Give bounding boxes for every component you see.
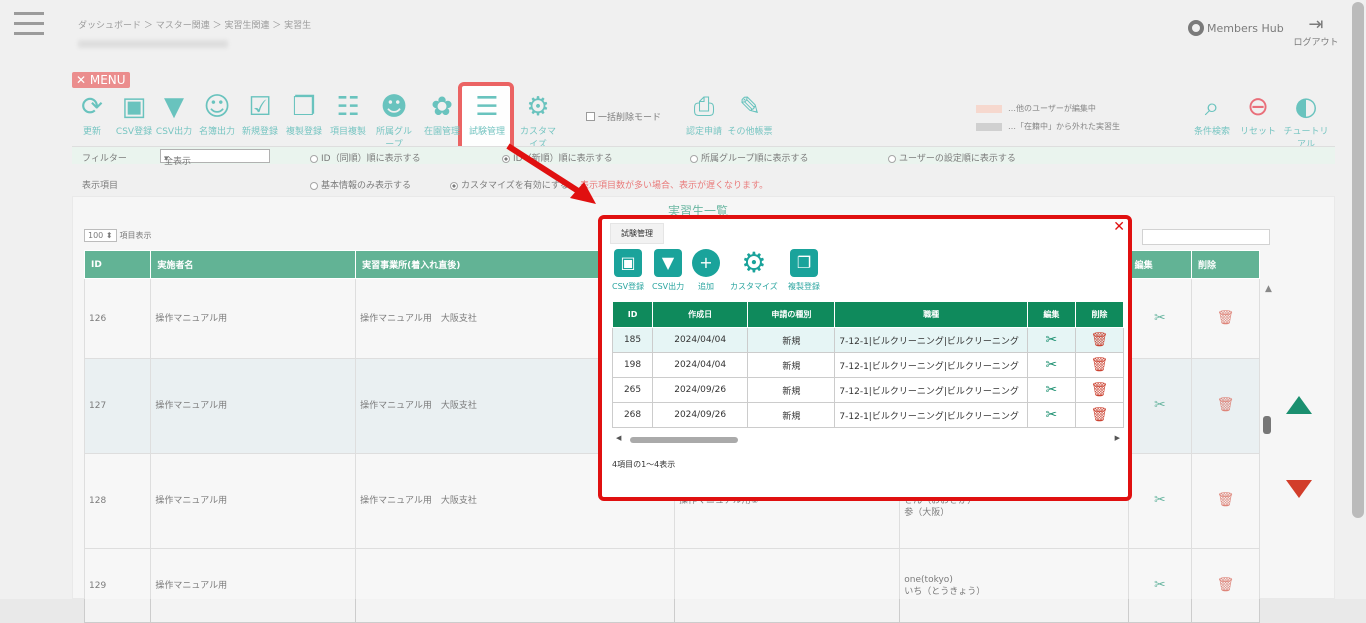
exam-row[interactable]: 185 2024/04/04 新規 7-12-1|ビルクリーニング|ビルクリーニング ✂… bbox=[611, 327, 1125, 353]
scroll-thumb[interactable] bbox=[1263, 416, 1271, 434]
exam-cell-edit: ✂ bbox=[1026, 327, 1076, 353]
exam-cell-date: 2024/04/04 bbox=[652, 327, 749, 353]
csv-import-icon: ▣ bbox=[614, 249, 643, 277]
exam-cell-type: 新規 bbox=[747, 402, 836, 428]
gear-icon: ⚙ bbox=[741, 246, 767, 279]
trash-icon[interactable]: 🗑 bbox=[1091, 357, 1109, 373]
wrench-icon[interactable]: ✂ bbox=[1045, 382, 1057, 398]
modal-gear-button[interactable]: ⚙ カスタマイズ bbox=[730, 249, 778, 292]
modal-button-label: 複製登録 bbox=[788, 282, 820, 291]
table-vertical-scrollbar[interactable]: ▲ bbox=[1260, 280, 1274, 599]
modal-plus-button[interactable]: + 追加 bbox=[692, 249, 720, 292]
plus-icon: + bbox=[692, 249, 720, 277]
exam-table: ID 作成日 申請の種別 職種 編集 削除 185 2024/04/04 新規 7-12-1|ビ… bbox=[611, 301, 1125, 428]
exam-row[interactable]: 198 2024/04/04 新規 7-12-1|ビルクリーニング|ビルクリーニング ✂… bbox=[611, 352, 1125, 378]
exam-column-header[interactable]: ID bbox=[611, 301, 654, 328]
exam-pagination-info: 4項目の1～4表示 bbox=[612, 460, 676, 469]
close-icon[interactable]: ✕ bbox=[1113, 219, 1125, 235]
exam-table-horizontal-scrollbar[interactable]: ◀ ▶ bbox=[614, 434, 1122, 444]
exam-cell-job: 7-12-1|ビルクリーニング|ビルクリーニング bbox=[834, 352, 1028, 378]
exam-management-modal: 試験管理 ✕ ▣ CSV登録 ▼ CSV出力 + 追加 ⚙ カスタマイズ ❐ 複製登録 ID 作成日… bbox=[598, 215, 1132, 501]
exam-cell-job: 7-12-1|ビルクリーニング|ビルクリーニング bbox=[834, 327, 1028, 353]
exam-cell-edit: ✂ bbox=[1026, 352, 1076, 378]
modal-button-label: CSV出力 bbox=[652, 282, 685, 291]
wrench-icon[interactable]: ✂ bbox=[1045, 332, 1057, 348]
exam-cell-delete: 🗑 bbox=[1074, 402, 1125, 428]
modal-button-label: 追加 bbox=[698, 282, 714, 291]
exam-column-header[interactable]: 申請の種別 bbox=[747, 301, 836, 328]
exam-cell-id: 185 bbox=[611, 327, 654, 353]
exam-cell-type: 新規 bbox=[747, 377, 836, 403]
exam-cell-date: 2024/04/04 bbox=[652, 352, 749, 378]
exam-cell-delete: 🗑 bbox=[1074, 377, 1125, 403]
duplicate-icon: ❐ bbox=[790, 249, 818, 277]
exam-cell-type: 新規 bbox=[747, 352, 836, 378]
modal-duplicate-button[interactable]: ❐ 複製登録 bbox=[788, 249, 820, 292]
exam-cell-id: 198 bbox=[611, 352, 654, 378]
page-scrollbar[interactable] bbox=[1352, 2, 1364, 518]
exam-cell-job: 7-12-1|ビルクリーニング|ビルクリーニング bbox=[834, 377, 1028, 403]
scroll-right-icon[interactable]: ▶ bbox=[1115, 434, 1120, 442]
scroll-up-icon: ▲ bbox=[1265, 284, 1272, 294]
trash-icon[interactable]: 🗑 bbox=[1091, 382, 1109, 398]
modal-csv-import-button[interactable]: ▣ CSV登録 bbox=[612, 249, 644, 292]
exam-cell-id: 265 bbox=[611, 377, 654, 403]
exam-cell-type: 新規 bbox=[747, 327, 836, 353]
exam-row[interactable]: 268 2024/09/26 新規 7-12-1|ビルクリーニング|ビルクリーニング ✂… bbox=[611, 402, 1125, 428]
exam-column-header[interactable]: 職種 bbox=[834, 301, 1028, 328]
trash-icon[interactable]: 🗑 bbox=[1091, 332, 1109, 348]
modal-button-label: カスタマイズ bbox=[730, 282, 778, 291]
exam-cell-delete: 🗑 bbox=[1074, 327, 1125, 353]
exam-cell-job: 7-12-1|ビルクリーニング|ビルクリーニング bbox=[834, 402, 1028, 428]
wrench-icon[interactable]: ✂ bbox=[1045, 357, 1057, 373]
exam-cell-id: 268 bbox=[611, 402, 654, 428]
exam-column-header[interactable]: 削除 bbox=[1074, 301, 1125, 328]
exam-column-header[interactable]: 作成日 bbox=[652, 301, 749, 328]
modal-tab-exam[interactable]: 試験管理 bbox=[610, 223, 664, 244]
modal-button-label: CSV登録 bbox=[612, 282, 645, 291]
exam-cell-edit: ✂ bbox=[1026, 377, 1076, 403]
wrench-icon[interactable]: ✂ bbox=[1045, 407, 1057, 423]
trash-icon[interactable]: 🗑 bbox=[1091, 407, 1109, 423]
callout-arrow bbox=[506, 143, 596, 204]
scroll-thumb[interactable] bbox=[630, 437, 738, 443]
scroll-bottom-arrow-icon[interactable] bbox=[1286, 480, 1312, 498]
exam-row[interactable]: 265 2024/09/26 新規 7-12-1|ビルクリーニング|ビルクリーニング ✂… bbox=[611, 377, 1125, 403]
exam-cell-delete: 🗑 bbox=[1074, 352, 1125, 378]
modal-csv-export-button[interactable]: ▼ CSV出力 bbox=[652, 249, 684, 292]
scroll-left-icon[interactable]: ◀ bbox=[616, 434, 621, 442]
exam-column-header[interactable]: 編集 bbox=[1026, 301, 1076, 328]
exam-cell-date: 2024/09/26 bbox=[652, 377, 749, 403]
exam-cell-edit: ✂ bbox=[1026, 402, 1076, 428]
exam-cell-date: 2024/09/26 bbox=[652, 402, 749, 428]
csv-export-icon: ▼ bbox=[654, 249, 683, 277]
scroll-top-arrow-icon[interactable] bbox=[1286, 396, 1312, 414]
